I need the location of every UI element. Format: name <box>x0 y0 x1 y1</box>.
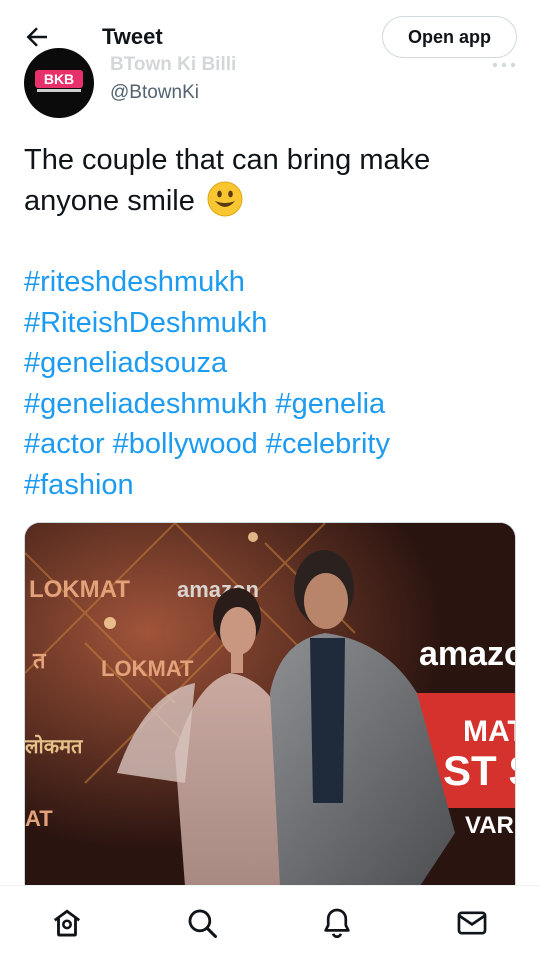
btownkibilli-logo: BKB <box>35 70 83 92</box>
messages-icon[interactable] <box>455 906 489 940</box>
svg-text:BKB: BKB <box>44 71 74 87</box>
hashtag-line: #actor #bollywood #celebrity <box>24 424 524 465</box>
home-icon[interactable] <box>50 906 84 940</box>
svg-text:लोकमत: लोकमत <box>25 734 84 758</box>
hashtag-link[interactable]: #celebrity <box>266 428 390 460</box>
more-options-icon[interactable] <box>492 60 516 70</box>
notifications-icon[interactable] <box>320 906 354 940</box>
svg-text:ST S: ST S <box>443 747 516 794</box>
avatar[interactable]: BKB <box>24 48 94 118</box>
hashtag-link[interactable]: #fashion <box>24 469 134 501</box>
svg-text:VARD: VARD <box>465 812 516 839</box>
hashtag-link[interactable]: #riteshdeshmukh <box>24 266 245 298</box>
hashtag-link[interactable]: #geneliadeshmukh <box>24 388 267 420</box>
bottom-navigation <box>0 885 540 960</box>
svg-text:amazon: amazon <box>419 635 516 673</box>
hashtag-line: #geneliadsouza <box>24 343 524 384</box>
svg-text:LOKMAT: LOKMAT <box>29 576 130 603</box>
svg-text:LOKMAT: LOKMAT <box>101 656 194 681</box>
tweet-text: The couple that can bring make anyone sm… <box>24 140 520 222</box>
search-icon[interactable] <box>185 906 219 940</box>
author-display-name[interactable]: BTown Ki Billi <box>110 54 236 76</box>
author-handle[interactable]: @BtownKi <box>110 82 199 104</box>
red-carpet-photo: LOKMAT amazon LOKMAT amazon त लोकमत AT M… <box>25 523 516 885</box>
hashtag-link[interactable]: #RiteishDeshmukh <box>24 307 267 339</box>
hashtag-link[interactable]: #geneliadsouza <box>24 347 227 379</box>
hashtag-list: #riteshdeshmukh #RiteishDeshmukh #geneliad… <box>24 262 524 505</box>
tweet-author: BKB BTown Ki Billi @BtownKi <box>0 48 540 120</box>
svg-text:MAT: MAT <box>463 715 516 748</box>
smiling-face-emoji-icon <box>207 181 243 217</box>
hashtag-line: #geneliadeshmukh #genelia <box>24 384 524 425</box>
hashtag-link[interactable]: #genelia <box>276 388 386 420</box>
svg-text:त: त <box>32 648 47 673</box>
hashtag-line: #riteshdeshmukh <box>24 262 524 303</box>
svg-text:AT: AT <box>25 806 53 831</box>
hashtag-line: #fashion <box>24 465 524 506</box>
hashtag-link[interactable]: #bollywood <box>113 428 258 460</box>
page-title: Tweet <box>102 24 163 49</box>
hashtag-line: #RiteishDeshmukh <box>24 303 524 344</box>
hashtag-link[interactable]: #actor <box>24 428 105 460</box>
tweet-photo[interactable]: LOKMAT amazon LOKMAT amazon त लोकमत AT M… <box>24 522 516 885</box>
